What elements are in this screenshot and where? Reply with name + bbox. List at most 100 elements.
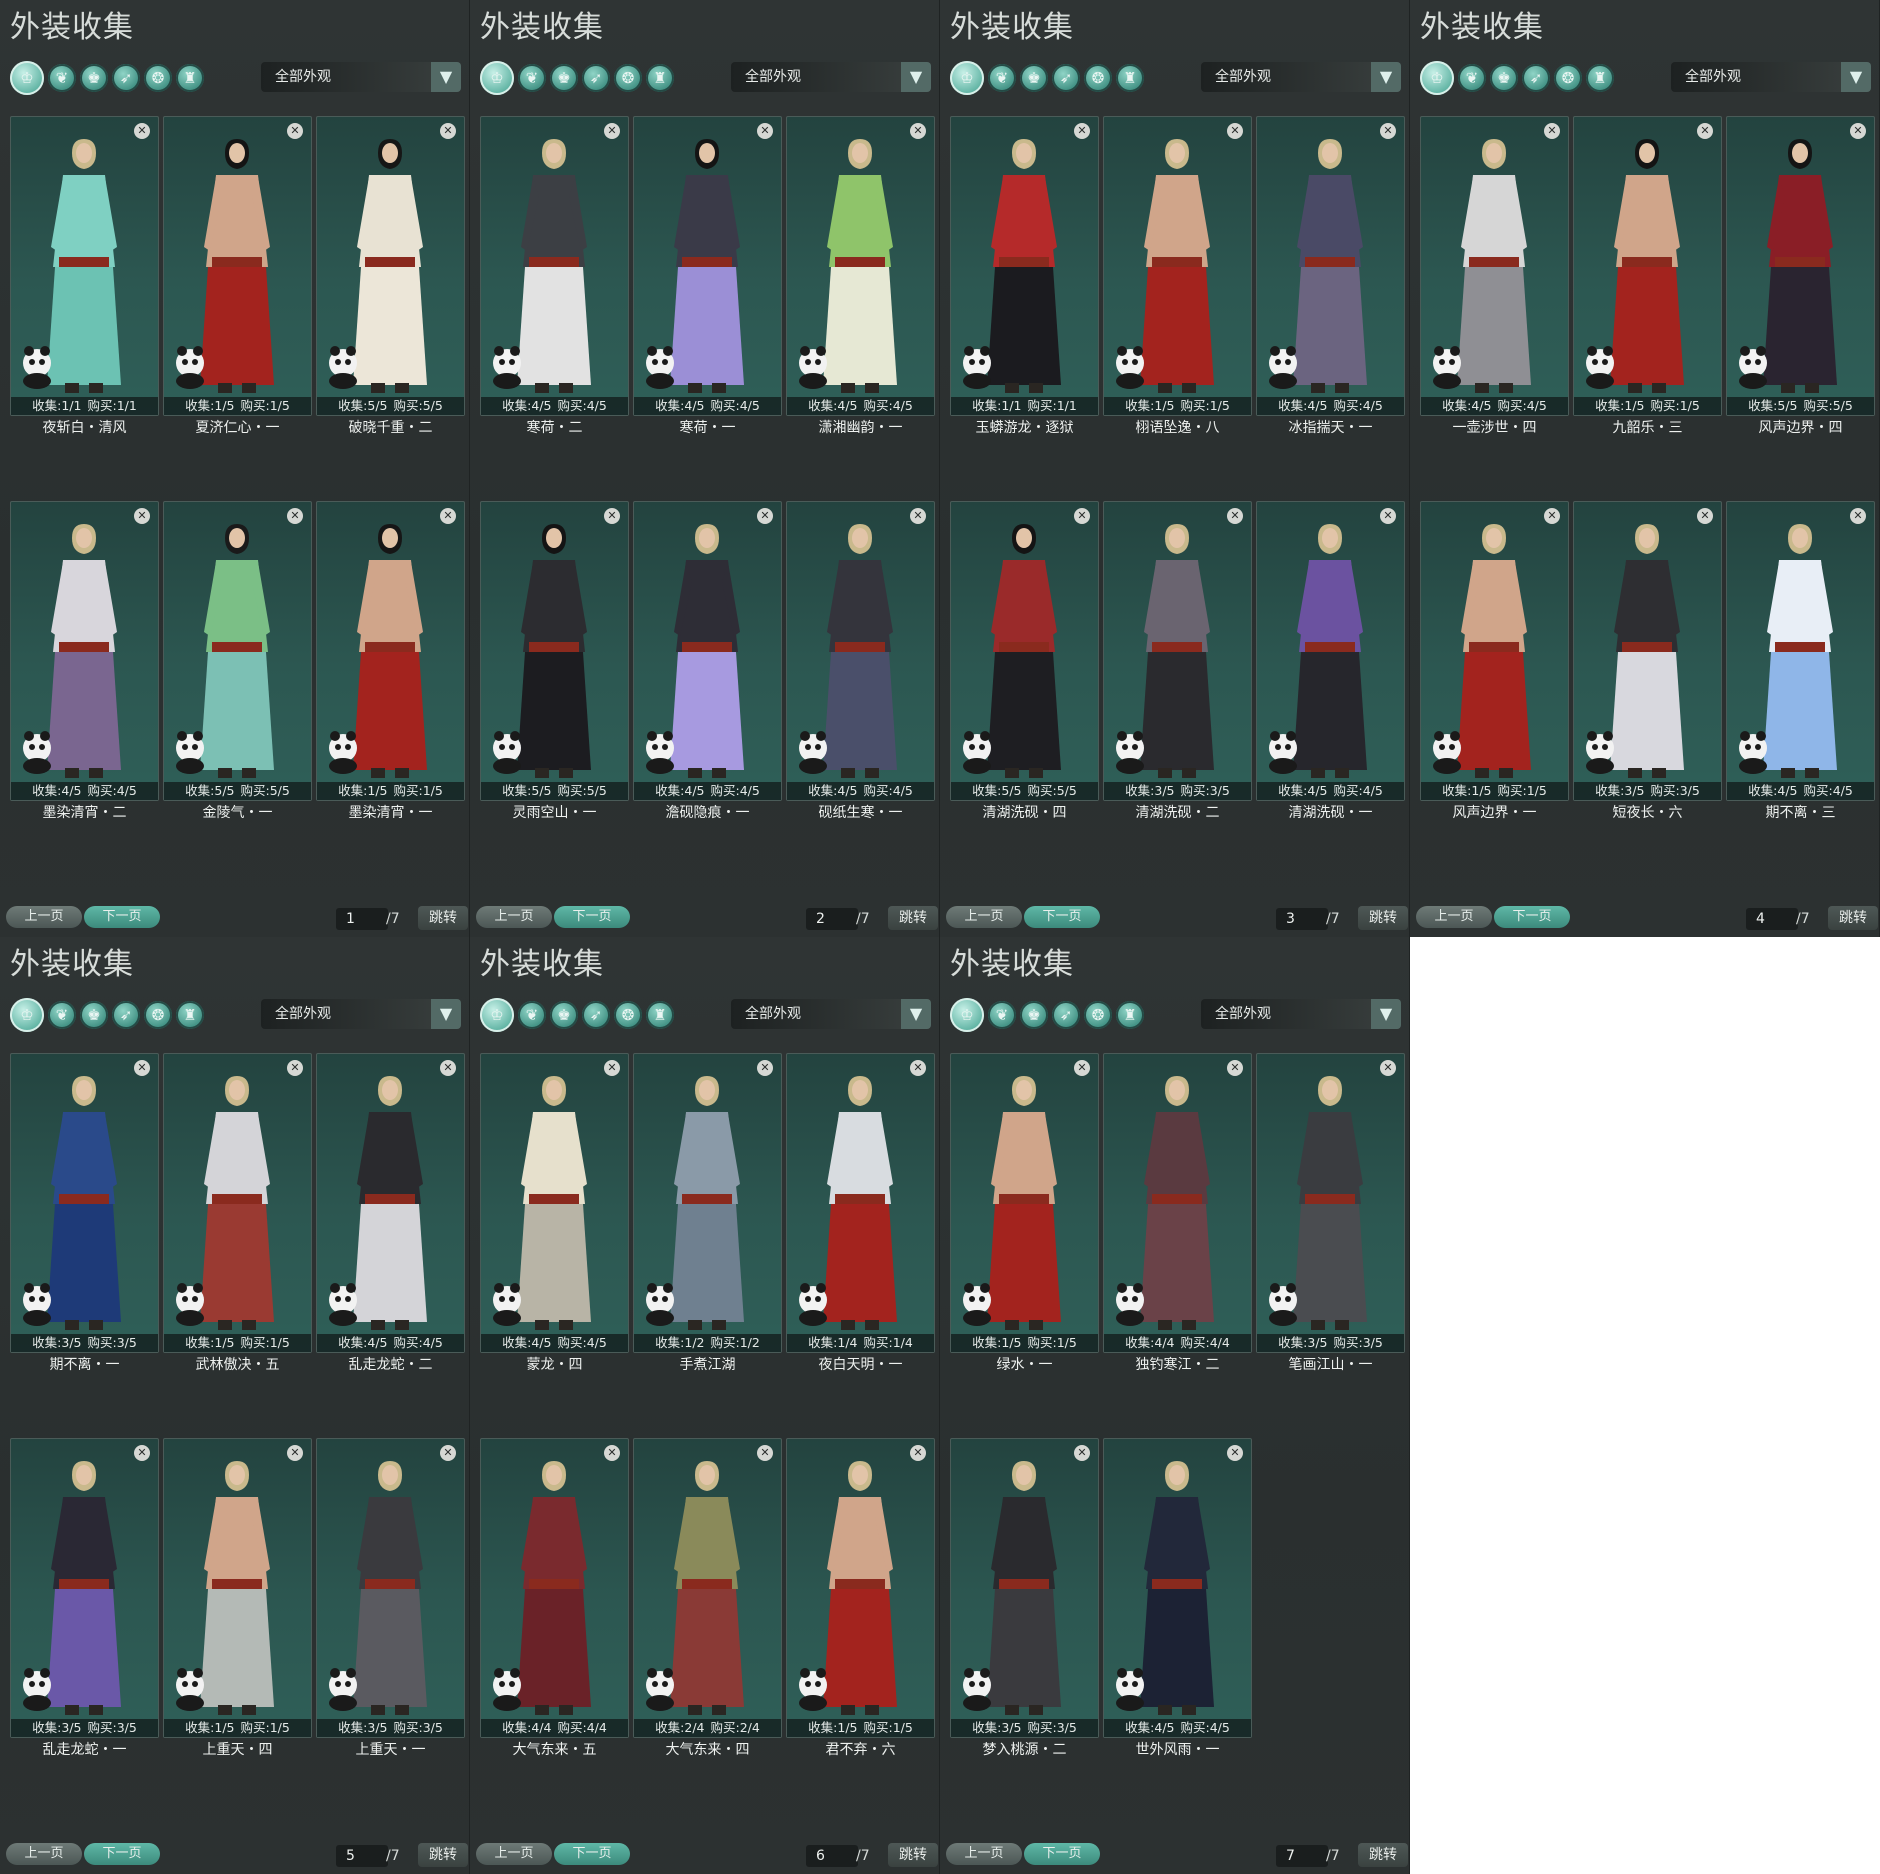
- page-number-input[interactable]: 4: [1746, 908, 1798, 930]
- outfit-card[interactable]: ✕ 收集:4/4 购买:4/4: [1103, 1053, 1252, 1353]
- jump-button[interactable]: 跳转: [1358, 1843, 1408, 1867]
- delete-icon[interactable]: ✕: [1074, 508, 1090, 524]
- armor-tab-icon[interactable]: ♚: [1490, 64, 1518, 92]
- armor-tab-icon[interactable]: ♚: [550, 64, 578, 92]
- delete-icon[interactable]: ✕: [134, 1445, 150, 1461]
- jump-button[interactable]: 跳转: [888, 1843, 938, 1867]
- outfit-card[interactable]: ✕ 收集:4/5 购买:4/5: [633, 501, 782, 801]
- delete-icon[interactable]: ✕: [1074, 123, 1090, 139]
- page-number-input[interactable]: 1: [336, 908, 388, 930]
- prev-page-button[interactable]: 上一页: [946, 906, 1022, 928]
- prev-page-button[interactable]: 上一页: [476, 906, 552, 928]
- delete-icon[interactable]: ✕: [440, 123, 456, 139]
- outfit-card[interactable]: ✕ 收集:4/5 购买:4/5: [1256, 116, 1405, 416]
- outfit-card[interactable]: ✕ 收集:4/5 购买:4/5: [633, 116, 782, 416]
- page-number-input[interactable]: 7: [1276, 1845, 1328, 1867]
- page-number-input[interactable]: 6: [806, 1845, 858, 1867]
- delete-icon[interactable]: ✕: [604, 1060, 620, 1076]
- armor-tab-icon[interactable]: ♚: [1020, 1001, 1048, 1029]
- appearance-filter-dropdown[interactable]: 全部外观 ▼: [731, 999, 931, 1029]
- outfit-card[interactable]: ✕ 收集:1/5 购买:1/5: [950, 1053, 1099, 1353]
- outfit-card[interactable]: ✕ 收集:4/5 购买:4/5: [1256, 501, 1405, 801]
- robe-tab-icon[interactable]: ♔: [480, 998, 514, 1032]
- delete-icon[interactable]: ✕: [1697, 508, 1713, 524]
- robe-tab-icon[interactable]: ♔: [1420, 61, 1454, 95]
- delete-icon[interactable]: ✕: [1074, 1445, 1090, 1461]
- mask-tab-icon[interactable]: ❂: [1554, 64, 1582, 92]
- mask-tab-icon[interactable]: ❂: [614, 1001, 642, 1029]
- outfit-card[interactable]: ✕ 收集:5/5 购买:5/5: [1726, 116, 1875, 416]
- outfit-tab-icon[interactable]: ❦: [1458, 64, 1486, 92]
- outfit-card[interactable]: ✕ 收集:3/5 购买:3/5: [1573, 501, 1722, 801]
- prev-page-button[interactable]: 上一页: [476, 1843, 552, 1865]
- next-page-button[interactable]: 下一页: [1024, 1843, 1100, 1865]
- prev-page-button[interactable]: 上一页: [6, 1843, 82, 1865]
- shoe-tab-icon[interactable]: ➶: [1052, 64, 1080, 92]
- appearance-filter-dropdown[interactable]: 全部外观 ▼: [731, 62, 931, 92]
- delete-icon[interactable]: ✕: [1227, 123, 1243, 139]
- mask-tab-icon[interactable]: ❂: [1084, 1001, 1112, 1029]
- delete-icon[interactable]: ✕: [440, 508, 456, 524]
- robe-tab-icon[interactable]: ♔: [10, 998, 44, 1032]
- page-number-input[interactable]: 2: [806, 908, 858, 930]
- accessory-tab-icon[interactable]: ♜: [1116, 64, 1144, 92]
- mask-tab-icon[interactable]: ❂: [1084, 64, 1112, 92]
- delete-icon[interactable]: ✕: [757, 123, 773, 139]
- outfit-card[interactable]: ✕ 收集:5/5 购买:5/5: [950, 501, 1099, 801]
- outfit-card[interactable]: ✕ 收集:4/5 购买:4/5: [480, 1053, 629, 1353]
- delete-icon[interactable]: ✕: [910, 508, 926, 524]
- delete-icon[interactable]: ✕: [1380, 123, 1396, 139]
- outfit-card[interactable]: ✕ 收集:1/1 购买:1/1: [950, 116, 1099, 416]
- outfit-card[interactable]: ✕ 收集:4/4 购买:4/4: [480, 1438, 629, 1738]
- outfit-card[interactable]: ✕ 收集:4/5 购买:4/5: [1103, 1438, 1252, 1738]
- mask-tab-icon[interactable]: ❂: [144, 1001, 172, 1029]
- outfit-card[interactable]: ✕ 收集:1/5 购买:1/5: [316, 501, 465, 801]
- delete-icon[interactable]: ✕: [1850, 508, 1866, 524]
- delete-icon[interactable]: ✕: [287, 508, 303, 524]
- outfit-tab-icon[interactable]: ❦: [988, 64, 1016, 92]
- delete-icon[interactable]: ✕: [1227, 1445, 1243, 1461]
- delete-icon[interactable]: ✕: [757, 1445, 773, 1461]
- outfit-card[interactable]: ✕ 收集:3/5 购买:3/5: [10, 1053, 159, 1353]
- outfit-card[interactable]: ✕ 收集:1/5 购买:1/5: [163, 116, 312, 416]
- delete-icon[interactable]: ✕: [287, 1445, 303, 1461]
- jump-button[interactable]: 跳转: [418, 1843, 468, 1867]
- outfit-tab-icon[interactable]: ❦: [988, 1001, 1016, 1029]
- outfit-card[interactable]: ✕ 收集:3/5 购买:3/5: [316, 1438, 465, 1738]
- outfit-card[interactable]: ✕ 收集:1/5 购买:1/5: [163, 1438, 312, 1738]
- outfit-card[interactable]: ✕ 收集:1/5 购买:1/5: [1573, 116, 1722, 416]
- delete-icon[interactable]: ✕: [134, 123, 150, 139]
- outfit-card[interactable]: ✕ 收集:1/2 购买:1/2: [633, 1053, 782, 1353]
- delete-icon[interactable]: ✕: [287, 1060, 303, 1076]
- accessory-tab-icon[interactable]: ♜: [176, 64, 204, 92]
- delete-icon[interactable]: ✕: [757, 508, 773, 524]
- page-number-input[interactable]: 3: [1276, 908, 1328, 930]
- next-page-button[interactable]: 下一页: [84, 1843, 160, 1865]
- delete-icon[interactable]: ✕: [1697, 123, 1713, 139]
- delete-icon[interactable]: ✕: [287, 123, 303, 139]
- mask-tab-icon[interactable]: ❂: [144, 64, 172, 92]
- delete-icon[interactable]: ✕: [1074, 1060, 1090, 1076]
- appearance-filter-dropdown[interactable]: 全部外观 ▼: [1201, 999, 1401, 1029]
- armor-tab-icon[interactable]: ♚: [1020, 64, 1048, 92]
- outfit-tab-icon[interactable]: ❦: [48, 1001, 76, 1029]
- delete-icon[interactable]: ✕: [1380, 1060, 1396, 1076]
- outfit-card[interactable]: ✕ 收集:5/5 购买:5/5: [480, 501, 629, 801]
- delete-icon[interactable]: ✕: [1227, 1060, 1243, 1076]
- shoe-tab-icon[interactable]: ➶: [582, 1001, 610, 1029]
- delete-icon[interactable]: ✕: [910, 1445, 926, 1461]
- robe-tab-icon[interactable]: ♔: [10, 61, 44, 95]
- next-page-button[interactable]: 下一页: [554, 1843, 630, 1865]
- next-page-button[interactable]: 下一页: [84, 906, 160, 928]
- delete-icon[interactable]: ✕: [1227, 508, 1243, 524]
- outfit-tab-icon[interactable]: ❦: [518, 1001, 546, 1029]
- jump-button[interactable]: 跳转: [418, 906, 468, 930]
- delete-icon[interactable]: ✕: [1544, 508, 1560, 524]
- armor-tab-icon[interactable]: ♚: [550, 1001, 578, 1029]
- outfit-card[interactable]: ✕ 收集:2/4 购买:2/4: [633, 1438, 782, 1738]
- outfit-card[interactable]: ✕ 收集:3/5 购买:3/5: [950, 1438, 1099, 1738]
- accessory-tab-icon[interactable]: ♜: [1116, 1001, 1144, 1029]
- delete-icon[interactable]: ✕: [1850, 123, 1866, 139]
- outfit-card[interactable]: ✕ 收集:4/5 购买:4/5: [1420, 116, 1569, 416]
- delete-icon[interactable]: ✕: [604, 123, 620, 139]
